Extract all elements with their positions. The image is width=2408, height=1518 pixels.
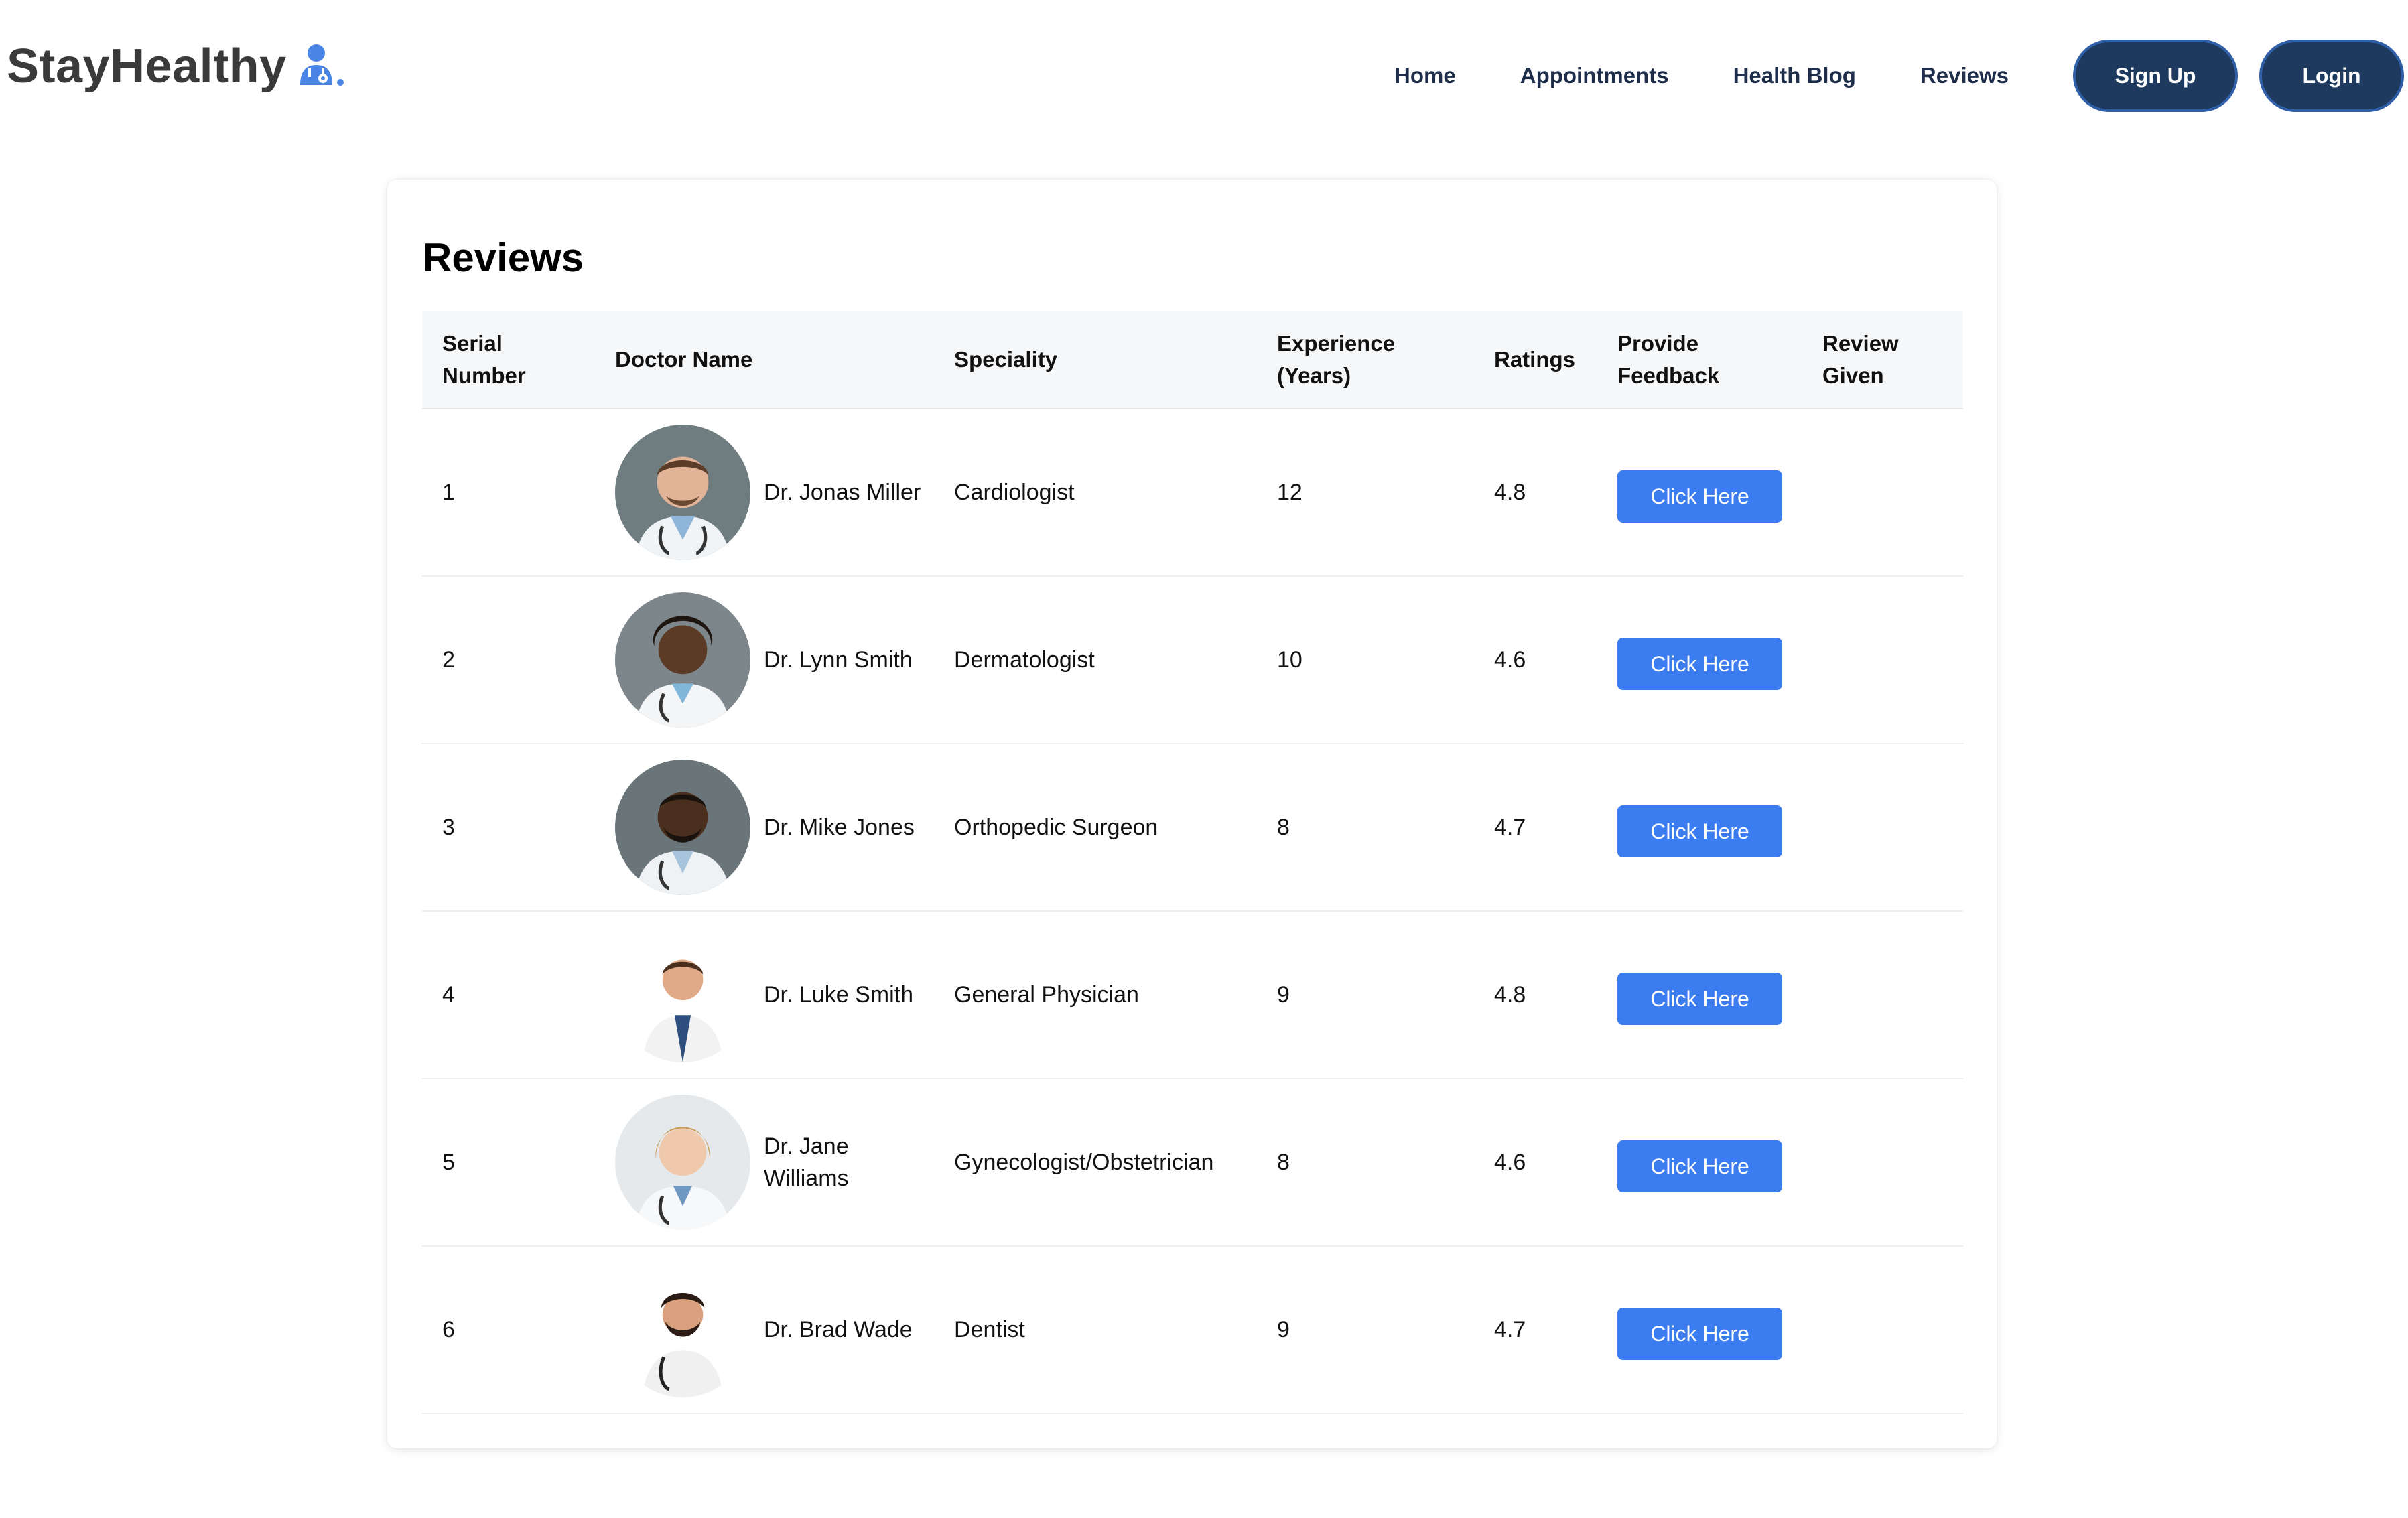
doctor-name: Dr. Mike Jones xyxy=(764,815,915,840)
experience-years: 8 xyxy=(1257,744,1474,912)
nav-home[interactable]: Home xyxy=(1394,63,1456,88)
doctor-name: Dr. Jane Williams xyxy=(764,1133,849,1191)
rating: 4.6 xyxy=(1474,1079,1597,1247)
rating: 4.6 xyxy=(1474,576,1597,744)
doctor-avatar xyxy=(615,927,750,1062)
speciality: Gynecologist/Obstetrician xyxy=(934,1079,1257,1247)
serial-number: 3 xyxy=(422,744,595,912)
column-header-review-given: Review Given xyxy=(1802,311,1963,409)
review-given xyxy=(1802,744,1963,912)
speciality: General Physician xyxy=(934,911,1257,1079)
provide-feedback-button[interactable]: Click Here xyxy=(1617,973,1782,1025)
table-row: 4 Dr. Luke Smith General Physician 9 4.8… xyxy=(422,911,1963,1079)
doctor-name: Dr. Jonas Miller xyxy=(764,480,921,505)
column-header-serial-number: Serial Number xyxy=(422,311,595,409)
page-title: Reviews xyxy=(423,235,584,280)
table-row: 5 Dr. Jane Williams Gynecologist/Obstetr… xyxy=(422,1079,1963,1247)
speciality: Dermatologist xyxy=(934,576,1257,744)
experience-years: 12 xyxy=(1257,409,1474,577)
serial-number: 6 xyxy=(422,1246,595,1414)
experience-years: 9 xyxy=(1257,1246,1474,1414)
doctor-logo-icon xyxy=(296,42,344,90)
experience-years: 10 xyxy=(1257,576,1474,744)
doctor-avatar xyxy=(615,425,750,560)
review-given xyxy=(1802,409,1963,577)
provide-feedback-button[interactable]: Click Here xyxy=(1617,470,1782,523)
reviews-table: Serial Number Doctor Name Speciality Exp… xyxy=(422,311,1963,1414)
provide-feedback-button[interactable]: Click Here xyxy=(1617,805,1782,857)
speciality: Cardiologist xyxy=(934,409,1257,577)
provide-feedback-button[interactable]: Click Here xyxy=(1617,1140,1782,1192)
rating: 4.8 xyxy=(1474,911,1597,1079)
doctor-name: Dr. Brad Wade xyxy=(764,1317,913,1342)
doctor-avatar xyxy=(615,1262,750,1397)
speciality: Dentist xyxy=(934,1246,1257,1414)
column-header-provide-feedback: Provide Feedback xyxy=(1597,311,1802,409)
top-nav: Home Appointments Health Blog Reviews Si… xyxy=(1394,39,2408,113)
brand-name: StayHealthy xyxy=(7,40,287,93)
serial-number: 5 xyxy=(422,1079,595,1247)
login-button[interactable]: Login xyxy=(2259,40,2404,112)
provide-feedback-button[interactable]: Click Here xyxy=(1617,638,1782,690)
review-given xyxy=(1802,911,1963,1079)
rating: 4.7 xyxy=(1474,744,1597,912)
brand[interactable]: StayHealthy xyxy=(7,39,344,94)
table-row: 1 Dr. Jonas Miller Cardiologist 12 4.8 C… xyxy=(422,409,1963,577)
speciality: Orthopedic Surgeon xyxy=(934,744,1257,912)
experience-years: 9 xyxy=(1257,911,1474,1079)
serial-number: 4 xyxy=(422,911,595,1079)
table-row: 2 Dr. Lynn Smith Dermatologist 10 4.6 Cl… xyxy=(422,576,1963,744)
table-header-row: Serial Number Doctor Name Speciality Exp… xyxy=(422,311,1963,409)
review-given xyxy=(1802,576,1963,744)
doctor-name: Dr. Luke Smith xyxy=(764,982,913,1008)
doctor-avatar xyxy=(615,1095,750,1230)
nav-reviews[interactable]: Reviews xyxy=(1920,63,2009,88)
doctor-name: Dr. Lynn Smith xyxy=(764,647,913,673)
experience-years: 8 xyxy=(1257,1079,1474,1247)
rating: 4.7 xyxy=(1474,1246,1597,1414)
column-header-ratings: Ratings xyxy=(1474,311,1597,409)
column-header-experience: Experience (Years) xyxy=(1257,311,1474,409)
rating: 4.8 xyxy=(1474,409,1597,577)
sign-up-button[interactable]: Sign Up xyxy=(2073,40,2238,112)
provide-feedback-button[interactable]: Click Here xyxy=(1617,1308,1782,1360)
table-row: 6 Dr. Brad Wade Dentist 9 4.7 Click Here xyxy=(422,1246,1963,1414)
serial-number: 1 xyxy=(422,409,595,577)
nav-appointments[interactable]: Appointments xyxy=(1520,63,1669,88)
doctor-avatar xyxy=(615,760,750,895)
reviews-card: Reviews Serial Number Doctor Name Specia… xyxy=(387,180,1997,1448)
column-header-speciality: Speciality xyxy=(934,311,1257,409)
nav-health-blog[interactable]: Health Blog xyxy=(1733,63,1856,88)
table-row: 3 Dr. Mike Jones Orthopedic Surgeon 8 4.… xyxy=(422,744,1963,912)
doctor-avatar xyxy=(615,592,750,728)
column-header-doctor-name: Doctor Name xyxy=(595,311,934,409)
review-given xyxy=(1802,1246,1963,1414)
serial-number: 2 xyxy=(422,576,595,744)
review-given xyxy=(1802,1079,1963,1247)
